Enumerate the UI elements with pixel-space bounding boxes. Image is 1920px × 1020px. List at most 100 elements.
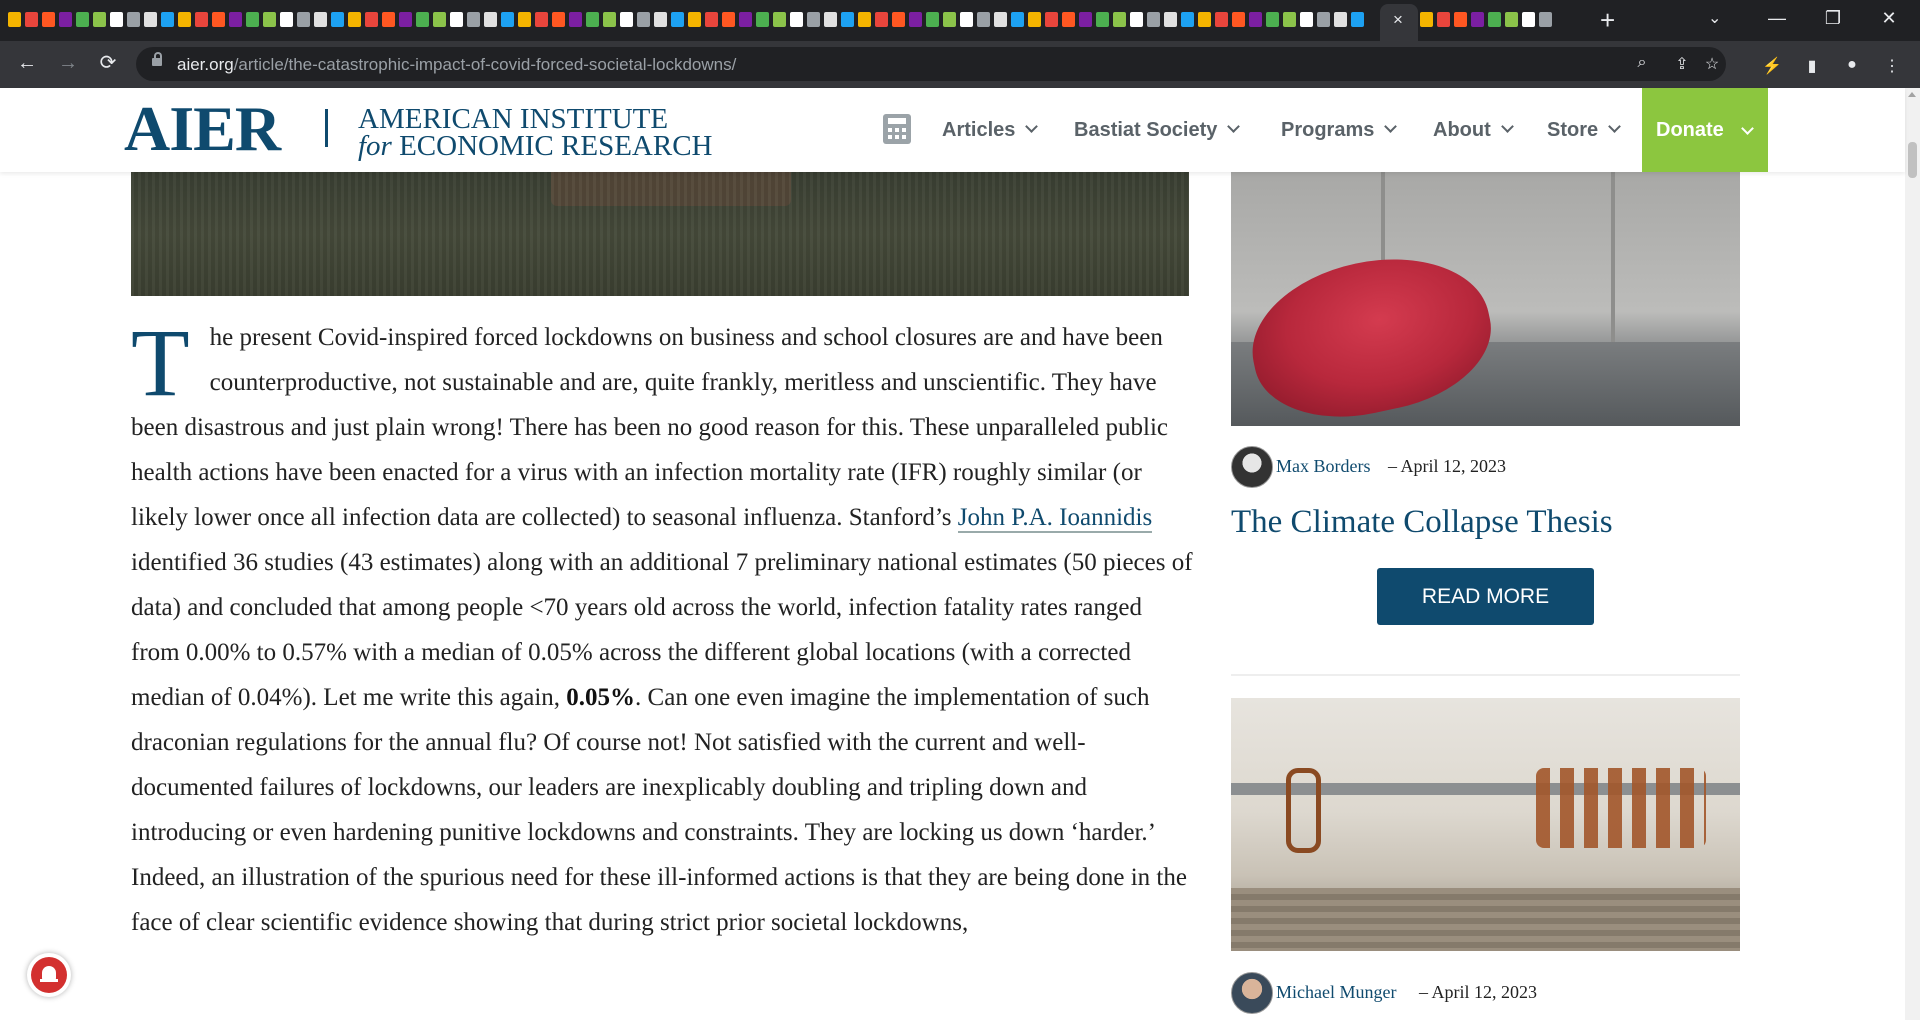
avatar[interactable] [1231,972,1273,1014]
tab-favicon-icon[interactable] [297,12,310,27]
tab-favicon-icon[interactable] [382,12,395,27]
nav-articles[interactable]: Articles [942,119,1039,142]
page-scrollbar[interactable] [1905,88,1920,1020]
tab-favicon-icon[interactable] [1011,12,1024,27]
notification-bell-button[interactable] [27,953,71,997]
tab-favicon-icon[interactable] [722,12,735,27]
tab-favicon-icon[interactable] [1249,12,1262,27]
tab-favicon-icon[interactable] [569,12,582,27]
reload-icon[interactable]: ⟳ [94,51,122,75]
active-tab[interactable]: × [1380,4,1418,41]
tab-favicon-icon[interactable] [1113,12,1126,27]
tab-favicon-icon[interactable] [977,12,990,27]
tab-favicon-icon[interactable] [1045,12,1058,27]
tab-favicon-icon[interactable] [365,12,378,27]
bookmark-star-icon[interactable]: ☆ [1701,54,1723,74]
tab-favicon-icon[interactable] [501,12,514,27]
card-image-padlocks[interactable] [1231,698,1740,951]
tab-favicon-icon[interactable] [1079,12,1092,27]
tab-favicon-icon[interactable] [824,12,837,27]
tab-favicon-icon[interactable] [994,12,1007,27]
tab-favicon-icon[interactable] [144,12,157,27]
tab-favicon-icon[interactable] [1198,12,1211,27]
tab-favicon-icon[interactable] [467,12,480,27]
card-title[interactable]: The Climate Collapse Thesis [1231,504,1613,541]
tab-favicon-icon[interactable] [773,12,786,27]
tab-favicons-right[interactable] [1418,9,1558,31]
tab-favicon-icon[interactable] [535,12,548,27]
tab-favicon-icon[interactable] [586,12,599,27]
tab-favicon-icon[interactable] [212,12,225,27]
url-text[interactable]: aier.org/article/the-catastrophic-impact… [177,55,736,75]
tab-favicon-icon[interactable] [620,12,633,27]
tab-favicon-icon[interactable] [1300,12,1313,27]
tab-favicon-icon[interactable] [1420,12,1433,27]
tab-favicon-icon[interactable] [8,12,21,27]
tab-favicon-icon[interactable] [433,12,446,27]
share-icon[interactable]: ⇪ [1671,54,1693,74]
tab-favicon-icon[interactable] [1283,12,1296,27]
tab-favicon-icon[interactable] [1215,12,1228,27]
tab-favicon-icon[interactable] [229,12,242,27]
tab-favicon-icon[interactable] [246,12,259,27]
nav-about[interactable]: About [1433,119,1514,142]
back-icon[interactable]: ← [13,51,41,75]
extension-icon[interactable]: ⚡ [1761,56,1783,76]
tab-favicon-icon[interactable] [875,12,888,27]
tab-favicon-icon[interactable] [1096,12,1109,27]
tab-favicon-icon[interactable] [1488,12,1501,27]
tab-favicon-icon[interactable] [1471,12,1484,27]
tab-favicon-icon[interactable] [1062,12,1075,27]
side-panel-icon[interactable]: ▮ [1801,56,1823,76]
tab-favicon-icon[interactable] [416,12,429,27]
read-more-button[interactable]: READ MORE [1377,568,1594,625]
forward-icon[interactable]: → [54,51,82,75]
tab-favicon-icon[interactable] [348,12,361,27]
tab-favicon-icon[interactable] [671,12,684,27]
zoom-icon[interactable]: ⌕ [1631,54,1653,72]
tab-favicon-icon[interactable] [892,12,905,27]
tab-favicon-icon[interactable] [42,12,55,27]
tab-favicon-icon[interactable] [280,12,293,27]
tab-favicon-icon[interactable] [1232,12,1245,27]
new-tab-button[interactable]: + [1600,6,1615,34]
scrollbar-thumb[interactable] [1908,142,1917,178]
tab-search-icon[interactable]: ⌄ [1708,8,1721,28]
tab-close-icon[interactable]: × [1393,10,1403,30]
author-link-ioannidis[interactable]: John P.A. Ioannidis [957,504,1153,533]
tab-favicon-icon[interactable] [756,12,769,27]
tab-favicon-icon[interactable] [654,12,667,27]
tab-favicon-icon[interactable] [807,12,820,27]
tab-favicon-icon[interactable] [25,12,38,27]
tab-favicon-icon[interactable] [399,12,412,27]
tab-favicon-icon[interactable] [909,12,922,27]
tab-favicon-icon[interactable] [705,12,718,27]
browser-menu-icon[interactable]: ⋮ [1881,56,1903,76]
tab-favicon-icon[interactable] [1147,12,1160,27]
nav-bastiat-society[interactable]: Bastiat Society [1074,119,1241,142]
tab-favicon-icon[interactable] [93,12,106,27]
tab-favicon-icon[interactable] [790,12,803,27]
tab-favicon-icon[interactable] [59,12,72,27]
tab-favicon-icon[interactable] [178,12,191,27]
tab-favicon-icon[interactable] [1522,12,1535,27]
tab-favicon-icon[interactable] [858,12,871,27]
tab-favicon-icon[interactable] [1130,12,1143,27]
site-logo-fullname[interactable]: AMERICAN INSTITUTE for ECONOMIC RESEARCH [358,105,713,161]
tab-favicons[interactable] [6,9,1386,31]
tab-favicon-icon[interactable] [603,12,616,27]
tab-favicon-icon[interactable] [1505,12,1518,27]
author-name[interactable]: Michael Munger [1276,982,1396,1003]
tab-favicon-icon[interactable] [484,12,497,27]
tab-favicon-icon[interactable] [552,12,565,27]
tab-favicon-icon[interactable] [76,12,89,27]
tab-favicon-icon[interactable] [960,12,973,27]
tab-favicon-icon[interactable] [1181,12,1194,27]
tab-favicon-icon[interactable] [841,12,854,27]
tab-favicon-icon[interactable] [161,12,174,27]
restore-icon[interactable]: ❐ [1818,6,1848,30]
tab-favicon-icon[interactable] [331,12,344,27]
tab-favicon-icon[interactable] [263,12,276,27]
tab-favicon-icon[interactable] [195,12,208,27]
tab-favicon-icon[interactable] [1266,12,1279,27]
